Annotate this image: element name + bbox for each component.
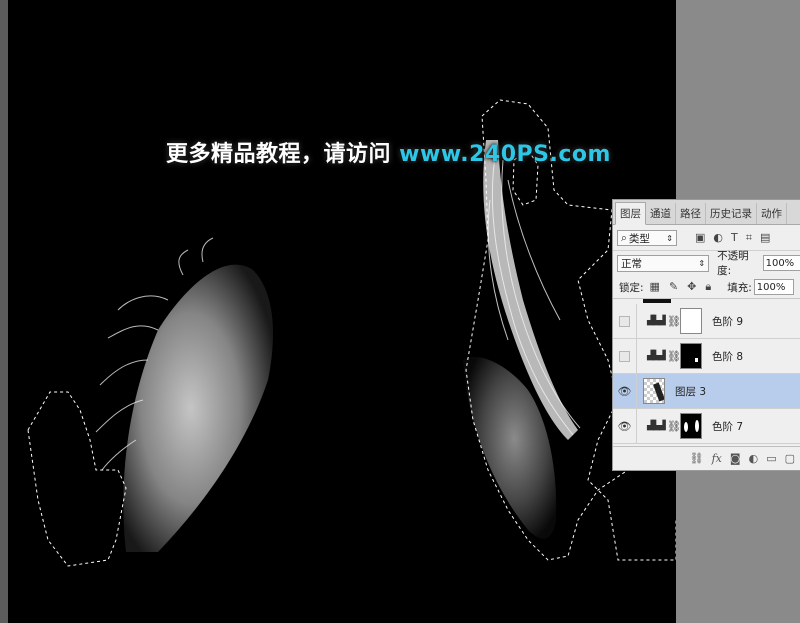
levels-icon: ▟▙▟ [647, 316, 666, 326]
watermark-url: www.240PS.com [399, 142, 611, 167]
levels-icon: ▟▙▟ [647, 421, 666, 431]
updown-icon: ⇕ [698, 258, 706, 268]
link-icon[interactable]: ⛓︎ [667, 350, 681, 363]
lock-transparency-icon[interactable]: ▦ [650, 280, 660, 294]
visibility-toggle[interactable] [613, 339, 637, 373]
folder-icon[interactable]: ▭ [766, 452, 776, 465]
hidden-box-icon [619, 350, 630, 362]
partial-layer-thumbnail [643, 299, 671, 303]
new-layer-icon[interactable]: ▢ [785, 452, 795, 465]
adjustment-filter-icon[interactable]: ◐ [713, 231, 723, 245]
hidden-box-icon [619, 315, 630, 327]
lock-all-icon[interactable]: 🔒︎ [705, 280, 711, 294]
fx-icon[interactable]: fx [712, 452, 722, 465]
opacity-label: 不透明度: [717, 250, 749, 277]
blend-mode-value: 正常 [621, 257, 642, 270]
fill-field[interactable]: 100% [753, 279, 794, 295]
lock-brush-icon[interactable]: ✎ [669, 280, 678, 294]
left-fur-shoulder [123, 264, 273, 552]
left-toolbar-edge [0, 0, 8, 623]
tab-layers[interactable]: 图层 [615, 202, 646, 225]
link-icon[interactable]: ⛓︎ [667, 315, 681, 328]
search-icon: ⌕ [621, 231, 627, 244]
eye-icon: 👁︎ [617, 384, 632, 398]
panel-footer: ⛓︎ fx ◙ ◐ ▭ ▢ [613, 446, 800, 470]
tab-channels[interactable]: 通道 [646, 203, 676, 224]
layer-name: 色阶 7 [712, 420, 744, 433]
mask-thumbnail[interactable] [680, 343, 702, 369]
link-icon[interactable]: ⛓︎ [667, 420, 681, 433]
blend-mode-select[interactable]: 正常 ⇕ [617, 254, 710, 272]
tab-history[interactable]: 历史记录 [706, 203, 757, 224]
updown-icon: ⇕ [666, 233, 673, 243]
layer-filter-select[interactable]: ⌕ 类型 ⇕ [617, 230, 677, 246]
layer-row[interactable]: 👁︎ 图层 3 [613, 374, 800, 409]
layer-row[interactable]: ▟▙▟ ⛓︎ 色阶 9 [613, 304, 800, 339]
visibility-toggle[interactable] [613, 304, 637, 338]
layer-row[interactable]: 👁︎ ▟▙▟ ⛓︎ 色阶 7 [613, 409, 800, 444]
blend-row: 正常 ⇕ 不透明度: 100% [613, 250, 800, 277]
layer-thumbnail[interactable] [643, 378, 665, 404]
layer-row[interactable]: ▟▙▟ ⛓︎ 色阶 8 [613, 339, 800, 374]
lock-row: 锁定: ▦ ✎ ✥ 🔒︎ 填充: 100% [613, 276, 800, 299]
layer-name: 色阶 8 [712, 350, 744, 363]
watermark-label: 更多精品教程，请访问 [166, 142, 400, 167]
lock-move-icon[interactable]: ✥ [687, 280, 696, 294]
panel-tab-bar: 图层 通道 路径 历史记录 动作 [613, 200, 800, 225]
mask-thumbnail[interactable] [680, 413, 702, 439]
mask-thumbnail[interactable] [680, 308, 702, 334]
levels-icon: ▟▙▟ [647, 351, 666, 361]
adjustment-icon[interactable]: ◐ [749, 452, 759, 465]
layers-panel: 图层 通道 路径 历史记录 动作 ⌕ 类型 ⇕ ▣ ◐ T ⌗ ▤ 正常 ⇕ 不… [612, 199, 800, 471]
tab-paths[interactable]: 路径 [676, 203, 706, 224]
eye-icon: 👁︎ [617, 419, 632, 433]
layer-name: 图层 3 [675, 385, 707, 398]
text-filter-icon[interactable]: T [731, 231, 738, 245]
document-canvas[interactable] [8, 0, 676, 623]
image-filter-icon[interactable]: ▣ [695, 231, 705, 245]
opacity-field[interactable]: 100% [762, 255, 800, 271]
link-icon[interactable]: ⛓︎ [690, 452, 704, 465]
tab-actions[interactable]: 动作 [757, 203, 787, 224]
visibility-toggle[interactable]: 👁︎ [613, 374, 637, 408]
filter-icons: ▣ ◐ T ⌗ ▤ [695, 231, 770, 245]
canvas-artwork [27, 99, 676, 567]
lock-icons: ▦ ✎ ✥ 🔒︎ [650, 280, 712, 294]
visibility-toggle[interactable]: 👁︎ [613, 409, 637, 443]
watermark-text: 更多精品教程，请访问 www.240PS.com [166, 136, 611, 168]
layer-filter-row: ⌕ 类型 ⇕ ▣ ◐ T ⌗ ▤ [613, 226, 800, 251]
layer-name: 色阶 9 [712, 315, 744, 328]
smart-object-filter-icon[interactable]: ▤ [760, 231, 770, 245]
mask-icon[interactable]: ◙ [730, 452, 741, 465]
filter-label: 类型 [628, 232, 650, 245]
fill-label: 填充: [727, 281, 752, 294]
shape-filter-icon[interactable]: ⌗ [746, 231, 752, 245]
lock-label: 锁定: [619, 281, 644, 294]
